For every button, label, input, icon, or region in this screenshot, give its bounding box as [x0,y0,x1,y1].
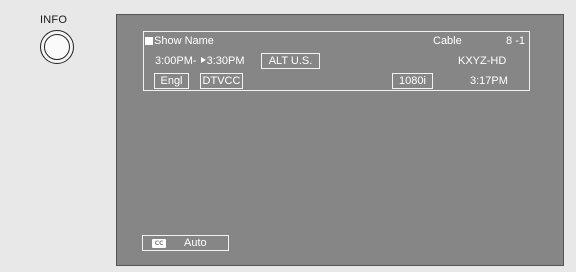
banner-row-title: Show Name Cable 8 -1 [145,35,525,49]
program-info-banner: Show Name Cable 8 -1 3:00PM- 3:30PM ALT U… [143,31,530,91]
current-time: 3:17PM [470,75,508,87]
cc-icon: CC [152,239,166,248]
info-button[interactable] [40,30,74,64]
caption-mode: Auto [184,237,207,249]
station-name: KXYZ-HD [458,55,507,67]
audio-language-badge: Engl [154,73,189,89]
banner-row-schedule: 3:00PM- 3:30PM ALT U.S. KXYZ-HD [144,53,529,69]
info-button-inner [44,34,70,60]
tv-screen: Show Name Cable 8 -1 3:00PM- 3:30PM ALT U… [116,14,564,266]
caption-service-badge: DTVCC [200,73,243,89]
closed-caption-status: CC Auto [142,235,229,251]
square-icon [145,37,153,45]
channel-number: 8 -1 [506,35,525,47]
resolution-badge: 1080i [392,73,433,89]
play-icon [200,57,206,63]
info-label: INFO [40,14,68,26]
time-end: 3:30PM [206,55,245,67]
input-source: Cable [433,35,462,47]
rating-badge: ALT U.S. [261,53,320,69]
show-name: Show Name [154,35,214,47]
time-range: 3:00PM- 3:30PM [155,55,245,67]
banner-row-details: Engl DTVCC 1080i 3:17PM [144,73,529,89]
time-start: 3:00PM- [155,55,197,67]
